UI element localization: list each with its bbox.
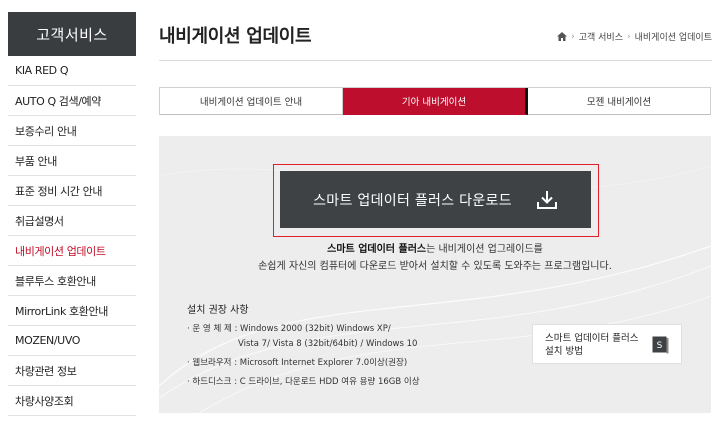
sidebar-item-auto-q[interactable]: AUTO Q 검색/예약: [8, 86, 136, 116]
tab-navigation-update-guide[interactable]: 내비게이션 업데이트 안내: [160, 88, 343, 115]
book-icon-letter: S: [657, 341, 663, 351]
sidebar-item-service-time[interactable]: 표준 정비 시간 안내: [8, 176, 136, 206]
download-icon: [536, 190, 557, 209]
breadcrumb-separator: ›: [627, 31, 631, 42]
sidebar-item-manual[interactable]: 취급설명서: [8, 206, 136, 236]
description-product-name: 스마트 업데이터 플러스: [327, 244, 427, 255]
sidebar: 고객서비스 KIA RED Q AUTO Q 검색/예약 보증수리 안내 부품 …: [8, 12, 136, 416]
page-title: 내비게이션 업데이트: [159, 26, 312, 47]
spec-disk: · 하드디스크 : C 드라이브, 다운로드 HDD 여유 용량 16GB 이상: [187, 377, 420, 387]
download-button-label: 스마트 업데이터 플러스 다운로드: [313, 192, 512, 209]
book-icon: S: [652, 336, 669, 354]
description-line-1-text: 는 내비게이션 업그레이드를: [426, 244, 543, 255]
title-divider: [159, 60, 712, 61]
download-panel: 스마트 업데이터 플러스 다운로드 스마트 업데이터 플러스는 내비게이션 업그…: [159, 136, 711, 413]
download-button[interactable]: 스마트 업데이터 플러스 다운로드: [280, 171, 591, 228]
tab-bar: 내비게이션 업데이트 안내 기아 내비게이션 모젠 내비게이션: [159, 87, 711, 115]
spec-os-continued: Vista 7/ Vista 8 (32bit/64bit) / Windows…: [238, 339, 418, 349]
breadcrumb-item[interactable]: 고객 서비스: [579, 30, 623, 43]
home-icon[interactable]: [557, 32, 568, 41]
install-guide-line-1: 스마트 업데이터 플러스: [545, 333, 639, 344]
sidebar-item-navigation-update[interactable]: 내비게이션 업데이트: [8, 236, 136, 266]
sidebar-item-vehicle-info[interactable]: 차량관련 정보: [8, 356, 136, 386]
sidebar-item-spec-lookup[interactable]: 차량사양조회: [8, 386, 136, 416]
install-requirements-title: 설치 권장 사항: [187, 305, 249, 316]
description-line-1: 스마트 업데이터 플러스는 내비게이션 업그레이드를: [159, 240, 711, 255]
sidebar-item-mirrorlink[interactable]: MirrorLink 호환안내: [8, 296, 136, 326]
install-guide-button[interactable]: 스마트 업데이터 플러스 설치 방법 S: [532, 324, 682, 364]
sidebar-item-mozen-uvo[interactable]: MOZEN/UVO: [8, 326, 136, 356]
sidebar-item-parts[interactable]: 부품 안내: [8, 146, 136, 176]
sidebar-item-kia-red-q[interactable]: KIA RED Q: [8, 56, 136, 86]
sidebar-item-bluetooth[interactable]: 블루투스 호환안내: [8, 266, 136, 296]
spec-os: · 운 영 체 제 : Windows 2000 (32bit) Windows…: [187, 324, 391, 334]
sidebar-menu: KIA RED Q AUTO Q 검색/예약 보증수리 안내 부품 안내 표준 …: [8, 56, 136, 416]
tab-kia-navigation[interactable]: 기아 내비게이션: [343, 88, 528, 115]
tab-mozen-navigation[interactable]: 모젠 내비게이션: [528, 88, 710, 115]
sidebar-item-warranty[interactable]: 보증수리 안내: [8, 116, 136, 146]
spec-browser: · 웹브라우저 : Microsoft Internet Explorer 7.…: [187, 358, 408, 368]
sidebar-title: 고객서비스: [8, 12, 136, 56]
breadcrumb-item[interactable]: 내비게이션 업데이트: [635, 30, 712, 43]
breadcrumb: › 고객 서비스 › 내비게이션 업데이트: [557, 30, 712, 43]
breadcrumb-separator: ›: [571, 31, 575, 42]
description-line-2: 손쉽게 자신의 컴퓨터에 다운로드 받아서 설치할 수 있도록 도와주는 프로그…: [258, 261, 612, 272]
install-guide-line-2: 설치 방법: [545, 346, 583, 357]
install-guide-label: 스마트 업데이터 플러스 설치 방법: [545, 332, 638, 358]
